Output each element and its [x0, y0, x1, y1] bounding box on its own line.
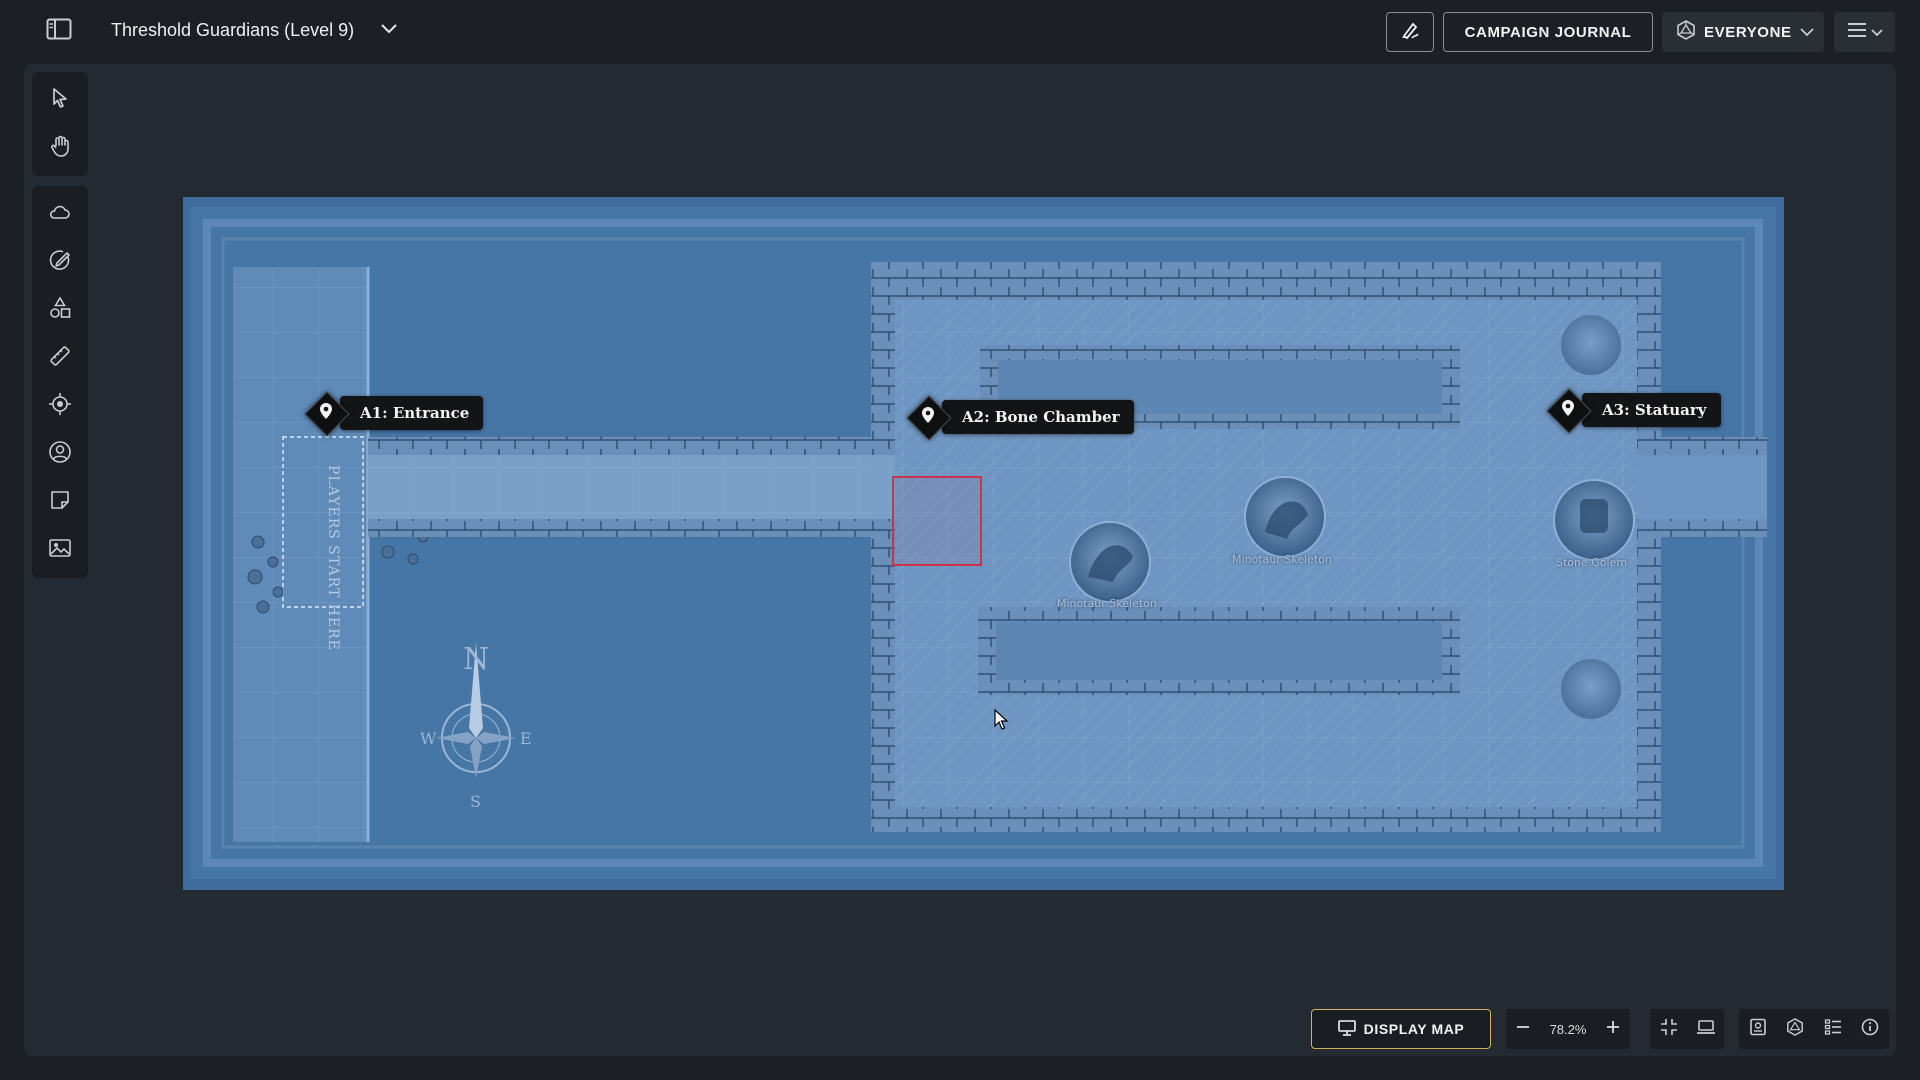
room-marker-a1[interactable]: A1: Entrance	[304, 396, 484, 430]
fit-to-screen-button[interactable]	[1654, 1014, 1684, 1044]
navigation-tools	[32, 72, 88, 176]
audience-label: EVERYONE	[1704, 23, 1792, 41]
shapes-tool[interactable]	[40, 290, 80, 330]
plus-icon	[1605, 1019, 1621, 1040]
dice-roller-button[interactable]	[1780, 1014, 1810, 1044]
hand-icon	[48, 134, 72, 163]
compass-south: S	[470, 792, 481, 811]
display-map-button[interactable]: DISPLAY MAP	[1311, 1009, 1491, 1049]
map-book-icon	[1749, 1018, 1767, 1041]
map-layers-button[interactable]	[1743, 1014, 1773, 1044]
token-label: Minotaur Skeleton	[1057, 597, 1157, 610]
tokens-tool[interactable]	[40, 434, 80, 474]
marker-label: A1: Entrance	[340, 396, 484, 430]
hamburger-icon	[1847, 22, 1867, 42]
initiative-tracker-button[interactable]	[1818, 1014, 1848, 1044]
laptop-icon	[1696, 1019, 1716, 1040]
pointer-arrow-icon	[48, 86, 72, 115]
pencil-circle-icon	[48, 248, 72, 277]
marker-pin	[1546, 388, 1590, 432]
info-controls	[1739, 1009, 1889, 1049]
main-menu-button[interactable]	[1834, 12, 1895, 52]
drawing-mode-button[interactable]	[1386, 12, 1434, 52]
display-map-label: DISPLAY MAP	[1363, 1021, 1465, 1037]
marker-label: A3: Statuary	[1582, 393, 1721, 427]
monitor-icon	[1337, 1019, 1356, 1039]
ruler-icon	[48, 344, 72, 373]
chevron-down-icon	[1799, 24, 1814, 41]
room-marker-a3[interactable]: A3: Statuary	[1546, 393, 1721, 427]
notes-tool[interactable]	[40, 482, 80, 522]
marker-pin	[906, 395, 950, 439]
audience-select[interactable]: EVERYONE	[1662, 12, 1824, 52]
measure-tool[interactable]	[40, 338, 80, 378]
shapes-icon	[48, 295, 72, 325]
zoom-controls: 78.2%	[1506, 1009, 1630, 1049]
sidebar-toggle-button[interactable]	[44, 18, 74, 44]
minus-icon	[1515, 1019, 1531, 1040]
list-icon	[1824, 1018, 1842, 1041]
zoom-in-button[interactable]	[1596, 1009, 1630, 1049]
pen-brush-icon	[1400, 20, 1420, 44]
chevron-down-icon	[1870, 24, 1883, 41]
pan-tool[interactable]	[40, 128, 80, 168]
map-select-dropdown[interactable]	[378, 20, 400, 42]
compass-north: N	[463, 642, 490, 677]
target-icon	[48, 392, 72, 421]
top-bar: Threshold Guardians (Level 9) CAMPAIGN J…	[0, 0, 1920, 64]
battle-map[interactable]: PLAYERS START HERE N S W E Minotaur Skel…	[183, 197, 1784, 890]
map-title[interactable]: Threshold Guardians (Level 9)	[111, 20, 354, 41]
d20-icon	[1786, 1017, 1804, 1041]
select-tool[interactable]	[40, 80, 80, 120]
view-controls	[1650, 1009, 1724, 1049]
token-minotaur-skeleton-1	[1069, 521, 1151, 603]
image-tool[interactable]	[40, 530, 80, 570]
d20-icon	[1676, 20, 1696, 44]
players-start-label: PLAYERS START HERE	[325, 465, 341, 651]
chevron-down-icon	[380, 22, 398, 40]
compress-icon	[1660, 1018, 1678, 1041]
info-button[interactable]	[1855, 1014, 1885, 1044]
sidebar-panel-icon	[46, 18, 72, 45]
map-image	[183, 197, 1784, 890]
token-stone-golem	[1553, 479, 1635, 561]
campaign-journal-button[interactable]: CAMPAIGN JOURNAL	[1443, 12, 1653, 52]
info-icon	[1861, 1018, 1879, 1041]
room-marker-a2[interactable]: A2: Bone Chamber	[906, 400, 1134, 434]
map-tools	[32, 186, 88, 578]
ping-tool[interactable]	[40, 386, 80, 426]
note-icon	[48, 488, 72, 517]
fog-tool[interactable]	[40, 194, 80, 234]
marker-label: A2: Bone Chamber	[942, 400, 1134, 434]
marker-pin	[304, 391, 348, 435]
player-view-button[interactable]	[1691, 1014, 1721, 1044]
token-label: Minotaur Skeleton	[1232, 553, 1332, 566]
token-minotaur-skeleton-2	[1244, 476, 1326, 558]
cloud-icon	[48, 200, 72, 229]
compass-east: E	[520, 729, 532, 748]
map-pin-icon	[319, 402, 333, 425]
compass-west: W	[420, 729, 437, 748]
user-circle-icon	[48, 440, 72, 469]
zoom-level: 78.2%	[1549, 1021, 1587, 1037]
mouse-cursor-icon	[994, 708, 1010, 736]
token-label: Stone Golem	[1556, 556, 1628, 569]
image-icon	[48, 536, 72, 565]
selected-grid-cell	[892, 476, 982, 566]
map-pin-icon	[1561, 399, 1575, 422]
draw-tool[interactable]	[40, 242, 80, 282]
zoom-out-button[interactable]	[1506, 1009, 1540, 1049]
map-pin-icon	[921, 406, 935, 429]
